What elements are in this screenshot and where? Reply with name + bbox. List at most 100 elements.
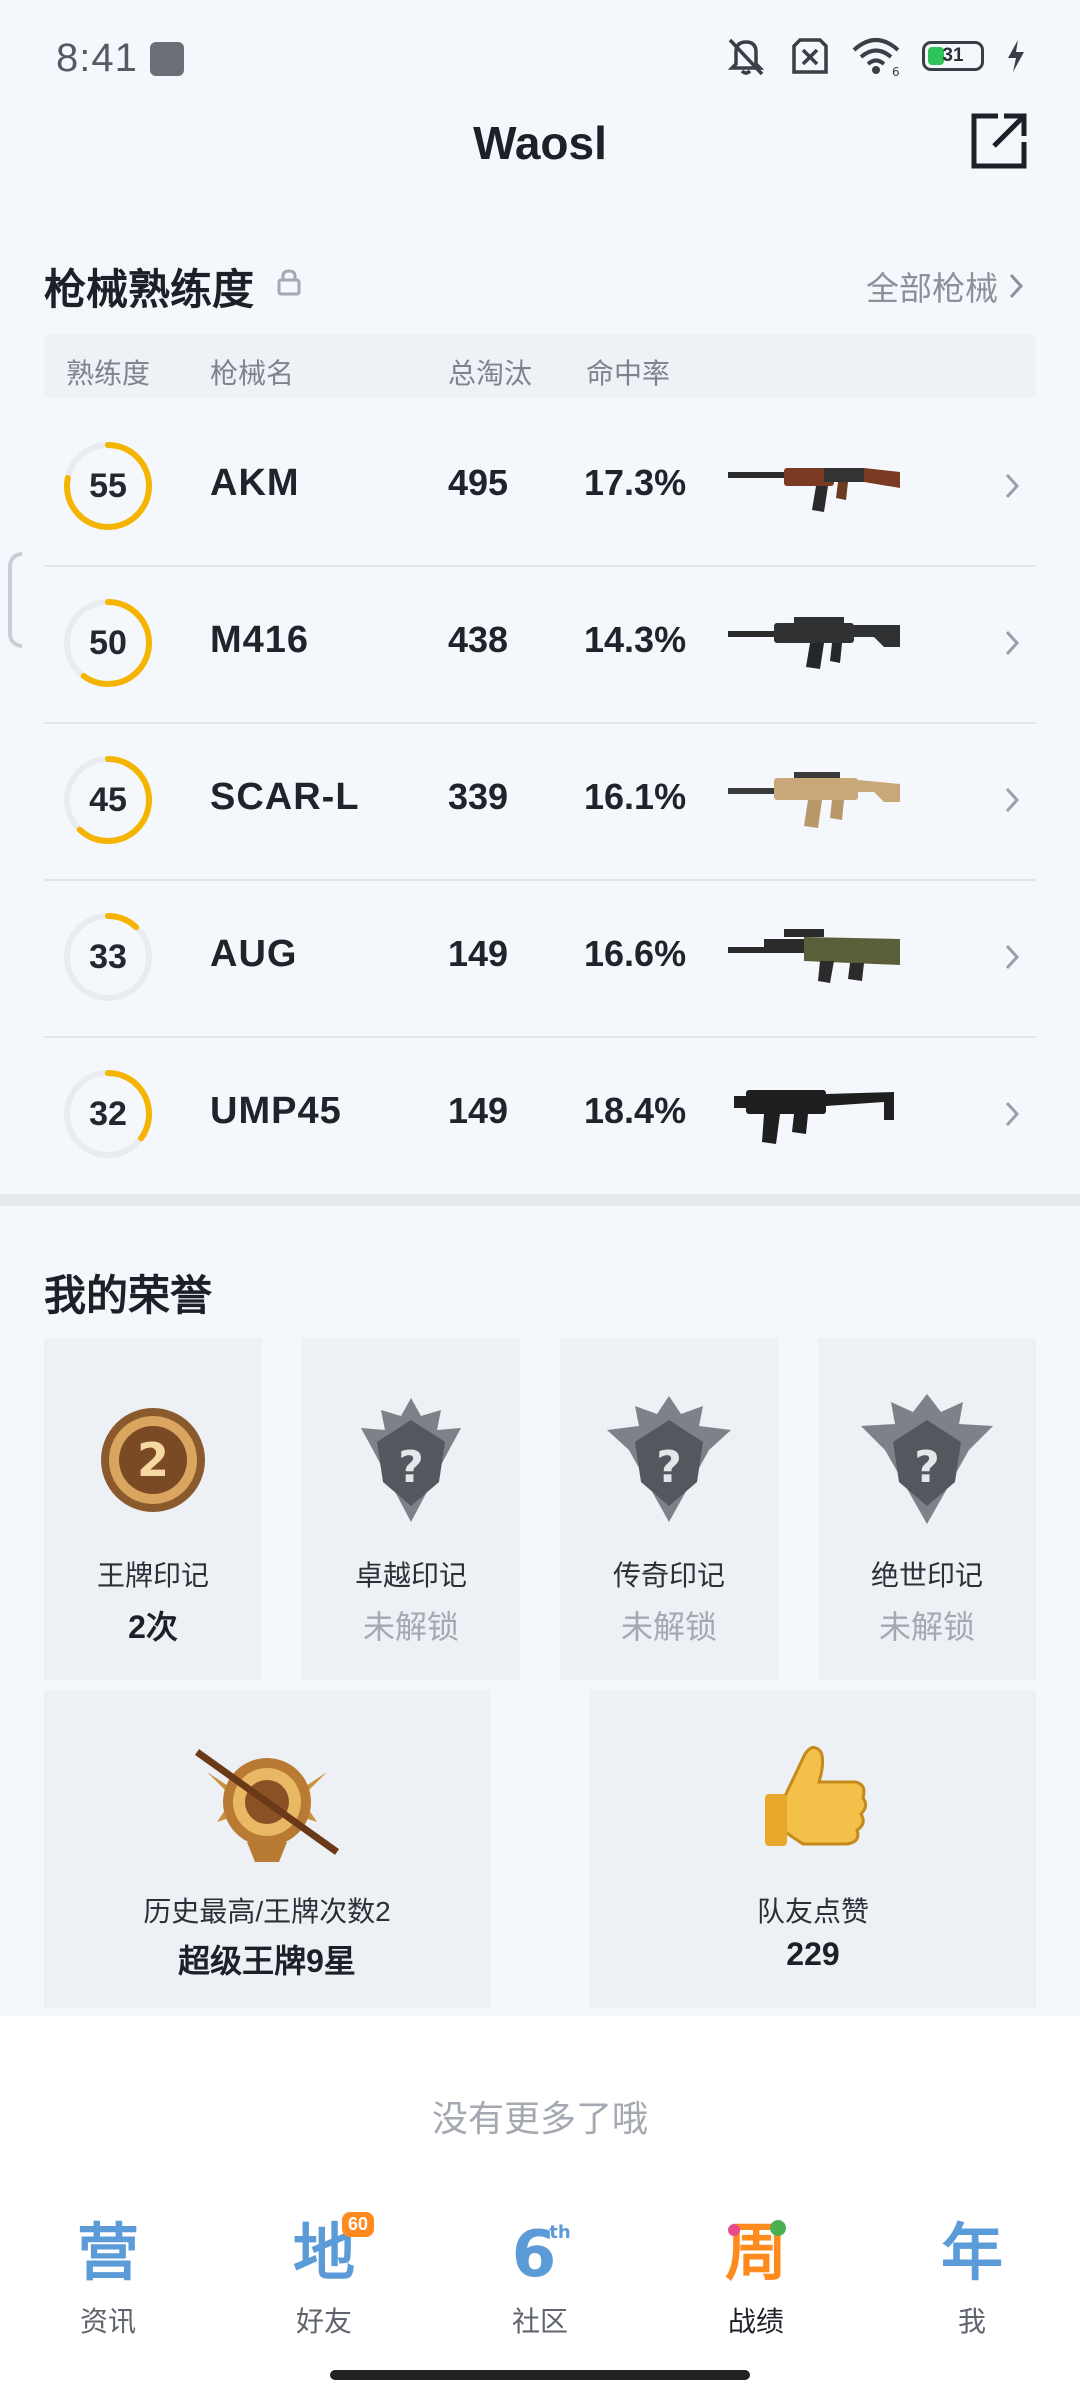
teammate-likes-label: 队友点赞 [756,1896,869,1927]
wifi-label: 6 [892,65,900,76]
highest-rank-value: 超级王牌9星 [178,1943,356,1979]
chevron-right-icon [1005,1101,1020,1127]
tab-label: 资讯 [79,2306,136,2337]
tab-label: 战绩 [727,2306,784,2337]
weapon-hit-rate: 16.1% [584,776,687,817]
locked-mark-badge-icon: ? [361,1398,461,1522]
weapon-name: AKM [210,462,300,504]
weapon-hit-rate: 17.3% [584,462,687,503]
chevron-right-icon [1005,630,1020,656]
weapon-name: SCAR-L [210,776,360,818]
section-divider [0,1194,1080,1206]
tab-stats[interactable]: 周 战绩 [648,2200,864,2340]
svg-text:营: 营 [77,2216,139,2286]
weapon-row[interactable]: 32 UMP45 149 18.4% [44,1038,1036,1195]
tab-label: 好友 [295,2306,352,2337]
weapon-name: UMP45 [210,1090,342,1132]
weapon-row[interactable]: 55 AKM 495 17.3% [44,410,1036,567]
honor-card-legend[interactable]: ? 传奇印记 未解锁 [560,1338,778,1680]
honor-card-ace[interactable]: 2 王牌印记 2次 [44,1338,262,1680]
col-proficiency: 熟练度 [66,358,151,389]
lock-icon [277,269,301,296]
honor-value: 未解锁 [878,1609,975,1645]
share-icon[interactable] [968,110,1030,172]
weapon-list: 55 AKM 495 17.3% 50 M416 438 14.3% 45 SC… [44,410,1036,1195]
weapon-row[interactable]: 45 SCAR-L 339 16.1% [44,724,1036,881]
chevron-right-icon [1005,944,1020,970]
status-icons: 6 31 [724,36,1026,76]
weapon-kills: 438 [448,619,509,660]
battery-level: 31 [942,45,964,66]
weapon-name: AUG [210,933,298,975]
friends-count-badge: 60 [342,2212,375,2237]
chevron-right-icon [1009,273,1024,299]
honor-card-excellent[interactable]: ? 卓越印记 未解锁 [302,1338,520,1680]
weapon-kills: 339 [448,776,509,817]
weapon-name: M416 [210,619,310,661]
svg-text:?: ? [398,1442,424,1493]
m416-rifle-icon [728,617,900,669]
tab-news[interactable]: 营 资讯 [0,2200,216,2340]
proficiency-value: 45 [89,781,127,819]
weapon-table-header: 熟练度 枪械名 总淘汰 命中率 [44,334,1036,398]
tab-friends[interactable]: 地 60 好友 [216,2200,432,2340]
honor-name: 卓越印记 [354,1560,467,1591]
weapon-row[interactable]: 33 AUG 149 16.6% [44,881,1036,1038]
weapon-kills: 149 [448,933,509,974]
weapon-section-title: 枪械熟练度 [44,266,255,313]
weapon-hit-rate: 16.6% [584,933,687,974]
proficiency-value: 50 [89,624,127,662]
all-weapons-link[interactable]: 全部枪械 [866,262,1024,310]
ace-mark-badge-icon: 2 [101,1408,205,1512]
col-hit-rate: 命中率 [586,358,671,389]
teammate-likes-value: 229 [786,1936,840,1972]
side-drawer-handle[interactable] [8,552,22,648]
home-indicator[interactable] [330,2370,750,2380]
chevron-right-icon [1005,787,1020,813]
honor-name: 传奇印记 [612,1560,725,1591]
scar-l-rifle-icon [728,772,900,828]
aug-rifle-icon [728,929,900,983]
thumbs-up-icon [765,1746,868,1846]
all-weapons-label: 全部枪械 [866,270,998,307]
proficiency-value: 55 [89,467,127,505]
honor-value: 2次 [128,1609,178,1645]
highest-rank-card[interactable]: 历史最高/王牌次数2 超级王牌9星 [44,1690,490,2008]
svg-text:?: ? [914,1442,940,1493]
proficiency-value: 32 [89,1095,127,1133]
sim-off-icon [792,38,828,74]
mute-icon [727,38,765,76]
weapon-hit-rate: 14.3% [584,619,687,660]
weapon-row[interactable]: 50 M416 438 14.3% [44,567,1036,724]
no-more-text: 没有更多了哦 [431,2098,648,2139]
wifi-icon: 6 [852,38,900,76]
page-title: Waosl [473,117,607,169]
battery-icon: 31 [922,41,984,71]
honor-card-peerless[interactable]: ? 绝世印记 未解锁 [818,1338,1036,1680]
locked-mark-badge-icon: ? [607,1396,731,1522]
honor-section-title: 我的荣誉 [44,1272,213,1319]
community-tab-icon: 6 th [512,2218,571,2286]
bottom-tab-bar: 营 资讯 地 60 好友 6 th 社区 周 战绩 年 我 [0,2200,1080,2340]
status-time: 8:41 [56,36,138,80]
notification-app-icon [150,42,184,76]
app-header: Waosl [0,110,1080,180]
svg-text:2: 2 [137,1433,169,1487]
news-tab-icon: 营 [77,2216,139,2286]
honor-grid: 2 王牌印记 2次 ? 卓越印记 未解锁 ? 传奇印记 未解锁 ? 绝世印记 未… [44,1338,1036,1680]
tab-me[interactable]: 年 我 [864,2200,1080,2340]
tab-community[interactable]: 6 th 社区 [432,2200,648,2340]
highest-rank-label: 历史最高/王牌次数2 [143,1896,391,1927]
svg-text:?: ? [656,1442,682,1493]
locked-mark-badge-icon: ? [861,1394,993,1524]
honor-value: 未解锁 [620,1609,717,1645]
col-total-kills: 总淘汰 [448,358,533,389]
weapon-kills: 495 [448,462,509,503]
honor-name: 绝世印记 [870,1560,983,1591]
teammate-likes-card[interactable]: 队友点赞 229 [590,1690,1036,2008]
ump45-smg-icon [734,1090,894,1144]
tab-label: 社区 [511,2306,568,2337]
svg-text:th: th [549,2222,570,2243]
status-bar: 8:41 6 31 [0,0,1080,120]
svg-text:年: 年 [941,2216,1003,2286]
